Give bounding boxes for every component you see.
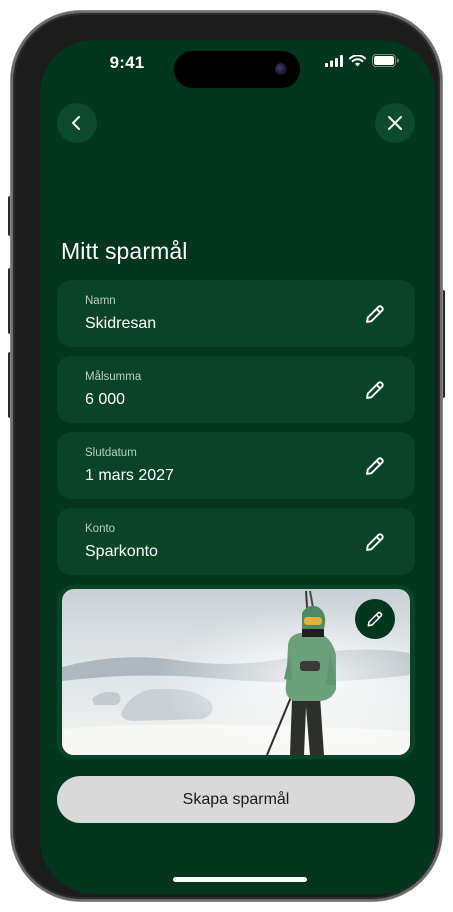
create-goal-button[interactable]: Skapa sparmål xyxy=(57,776,415,823)
close-icon xyxy=(388,116,402,130)
signal-icon xyxy=(325,54,343,67)
pencil-icon[interactable] xyxy=(363,378,387,402)
field-account[interactable]: Konto Sparkonto xyxy=(57,508,415,575)
camera-icon xyxy=(275,63,287,75)
pencil-icon[interactable] xyxy=(363,454,387,478)
wifi-icon xyxy=(349,54,366,66)
close-button[interactable] xyxy=(375,103,415,143)
home-indicator[interactable] xyxy=(173,877,307,882)
field-label: Målsumma xyxy=(85,371,142,383)
chevron-left-icon xyxy=(72,116,80,130)
page-title: Mitt sparmål xyxy=(61,238,188,264)
pencil-icon[interactable] xyxy=(363,530,387,554)
goal-image-card[interactable] xyxy=(57,585,415,759)
field-target-amount[interactable]: Målsumma 6 000 xyxy=(57,356,415,423)
field-label: Slutdatum xyxy=(85,447,137,459)
pencil-icon xyxy=(367,611,383,627)
field-value: 1 mars 2027 xyxy=(85,467,174,484)
edit-image-button[interactable] xyxy=(355,599,395,639)
dynamic-island xyxy=(174,51,300,88)
status-time: 9:41 xyxy=(109,53,145,72)
status-icons xyxy=(325,54,399,67)
field-end-date[interactable]: Slutdatum 1 mars 2027 xyxy=(57,432,415,499)
field-value: Sparkonto xyxy=(85,543,158,560)
field-value: Skidresan xyxy=(85,315,157,332)
back-button[interactable] xyxy=(57,103,97,143)
field-label: Namn xyxy=(85,295,116,307)
phone-frame: 9:41 Mitt sparmål Namn Skidresan Målsumm… xyxy=(11,11,442,901)
screen: 9:41 Mitt sparmål Namn Skidresan Målsumm… xyxy=(40,40,435,894)
pencil-icon[interactable] xyxy=(363,302,387,326)
field-label: Konto xyxy=(85,523,116,535)
field-value: 6 000 xyxy=(85,391,126,408)
field-name[interactable]: Namn Skidresan xyxy=(57,280,415,347)
battery-icon xyxy=(372,54,399,67)
